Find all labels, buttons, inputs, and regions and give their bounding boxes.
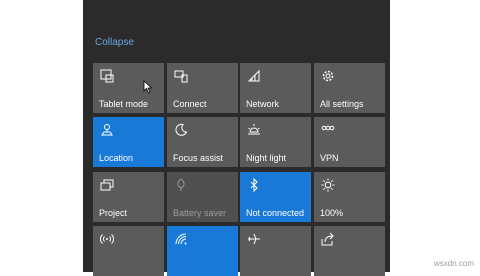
network-tile[interactable]: Network [240,63,311,113]
brightness-icon [247,123,261,137]
location-icon [100,123,114,137]
bluetooth-tile[interactable]: Not connected [240,172,311,222]
connect-icon [174,69,188,83]
location-label: Location [99,153,134,163]
mouse-pointer-icon [143,80,153,94]
moon-icon [174,123,188,137]
bluetooth-icon [247,178,261,192]
mobile-hotspot-tile[interactable] [93,226,164,276]
battery-saver-label: Battery saver [173,208,227,218]
project-icon [100,178,114,192]
all-settings-tile[interactable]: All settings [314,63,385,113]
bluetooth-label: Not connected [246,208,305,218]
airplane-icon [247,232,261,246]
focus-assist-label: Focus assist [173,153,224,163]
location-tile[interactable]: Location [93,117,164,167]
tablet-mode-icon [100,69,114,83]
battery-saver-tile[interactable]: Battery saver [167,172,238,222]
all-settings-label: All settings [320,99,364,109]
wifi-tile[interactable] [167,226,238,276]
night-light-label: Night light [246,153,287,163]
brightness-icon [321,178,335,192]
nearby-sharing-tile[interactable] [314,226,385,276]
connect-label: Connect [173,99,207,109]
gear-icon [321,69,335,83]
tablet-mode-tile[interactable]: Tablet mode [93,63,164,113]
focus-assist-tile[interactable]: Focus assist [167,117,238,167]
battery-saver-icon [174,178,188,192]
night-light-tile[interactable]: Night light [240,117,311,167]
vpn-icon [321,123,335,137]
watermark: wsxdn.com [433,259,474,268]
vpn-tile[interactable]: VPN [314,117,385,167]
network-label: Network [246,99,280,109]
brightness-label: 100% [320,208,344,218]
collapse-link[interactable]: Collapse [95,37,134,48]
vpn-label: VPN [320,153,339,163]
mobile-hotspot-icon [100,232,114,246]
wifi-icon [174,232,188,246]
network-icon [247,69,261,83]
brightness-tile[interactable]: 100% [314,172,385,222]
tablet-mode-label: Tablet mode [99,99,149,109]
airplane-mode-tile[interactable] [240,226,311,276]
connect-tile[interactable]: Connect [167,63,238,113]
nearby-sharing-icon [321,232,335,246]
project-label: Project [99,208,128,218]
project-tile[interactable]: Project [93,172,164,222]
